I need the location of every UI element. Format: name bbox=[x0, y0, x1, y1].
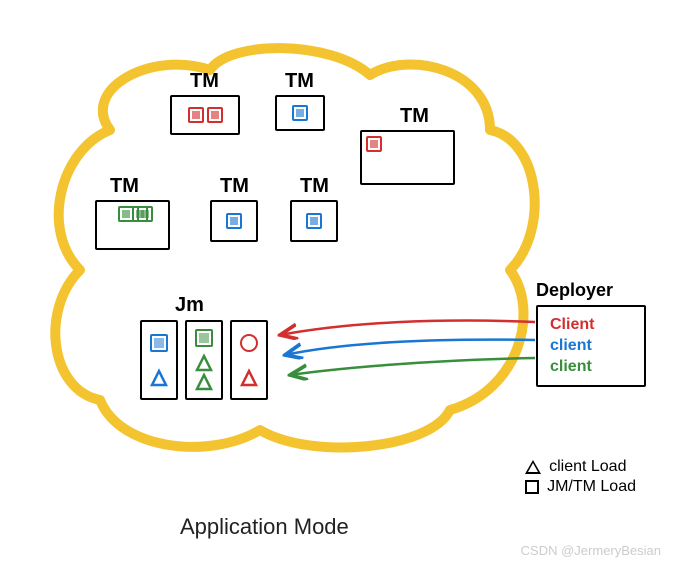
jm-box-3 bbox=[230, 320, 268, 400]
tm-box-1 bbox=[170, 95, 240, 135]
tm-label-4: TM bbox=[110, 175, 139, 198]
tm-box-6 bbox=[290, 200, 338, 242]
diagram-caption: Application Mode bbox=[180, 514, 349, 540]
jm-label: Jm bbox=[175, 294, 204, 317]
legend-triangle-icon bbox=[525, 460, 541, 474]
deployer-box: Client client client bbox=[536, 305, 646, 387]
tm-label-5: TM bbox=[220, 175, 249, 198]
tm-box-3 bbox=[360, 130, 455, 185]
legend-square-icon bbox=[525, 480, 539, 494]
client-blue: client bbox=[550, 336, 632, 357]
client-red: Client bbox=[550, 315, 632, 336]
client-green: client bbox=[550, 357, 632, 378]
tm-box-4 bbox=[95, 200, 170, 250]
deployer-container: Deployer Client client client bbox=[536, 280, 646, 387]
legend-client-load: client Load bbox=[549, 458, 626, 476]
tm-box-2 bbox=[275, 95, 325, 131]
tm-label-6: TM bbox=[300, 175, 329, 198]
tm-label-2: TM bbox=[285, 70, 314, 93]
legend: client Load JM/TM Load bbox=[525, 458, 636, 498]
watermark: CSDN @JermeryBesian bbox=[521, 543, 661, 558]
tm-label-3: TM bbox=[400, 105, 429, 128]
deployer-title: Deployer bbox=[536, 280, 646, 301]
jm-box-2 bbox=[185, 320, 223, 400]
tm-label-1: TM bbox=[190, 70, 219, 93]
legend-jmtm-load: JM/TM Load bbox=[547, 478, 636, 496]
jm-box-1 bbox=[140, 320, 178, 400]
tm-box-5 bbox=[210, 200, 258, 242]
